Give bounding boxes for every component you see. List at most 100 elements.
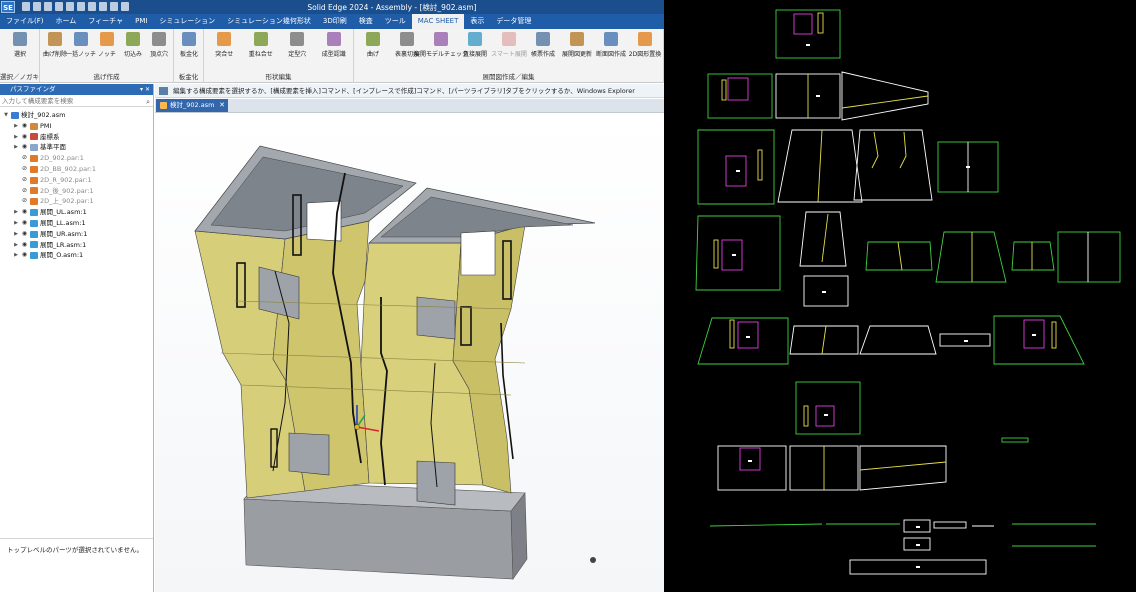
ribbon-button[interactable]: スマート展開 — [491, 32, 527, 58]
ribbon-button[interactable]: 選択 — [2, 32, 38, 58]
tree-item[interactable]: ▼ 検討_902.asm — [0, 110, 153, 121]
visibility-icon[interactable]: ⊘ — [20, 175, 29, 186]
visibility-icon[interactable]: ◉ — [20, 132, 29, 143]
bend-line — [821, 213, 829, 263]
expand-toggle-icon[interactable]: ▶ — [12, 250, 20, 261]
document-tab[interactable]: 検討_902.asm ✕ — [156, 99, 228, 112]
ribbon-button[interactable]: 成型認識 — [316, 32, 353, 58]
tree-item[interactable]: ⊘ 2D_後_902.par:1 — [0, 186, 153, 197]
tree-item[interactable]: ⊘ 2D_BB_902.par:1 — [0, 164, 153, 175]
visibility-icon[interactable]: ⊘ — [20, 186, 29, 197]
ribbon-button[interactable]: 帳票作成 — [526, 32, 560, 58]
visibility-icon[interactable]: ⊘ — [20, 196, 29, 207]
flat-panel — [1057, 231, 1121, 283]
menu-tab[interactable]: 3D印刷 — [317, 14, 353, 29]
dimension-mark — [736, 170, 740, 172]
ribbon-button[interactable]: 一括ノッチ — [66, 32, 96, 58]
ribbon-button[interactable]: 2D図形置換 — [628, 32, 662, 58]
expand-toggle-icon[interactable]: ▶ — [12, 132, 20, 143]
assembly-tree: ▼ 検討_902.asm ▶ ◉ PMI ▶ ◉ 座標系 ▶ ◉ 基準平面 ⊘ 2D_902.par:1… — [0, 107, 153, 261]
dimension-mark — [732, 254, 736, 256]
flat-panel — [853, 129, 933, 201]
window-low-left — [288, 432, 330, 476]
ribbon-button[interactable]: 展開図更新 — [560, 32, 594, 58]
tree-item[interactable]: ▶ ◉ 展開_LL.asm:1 — [0, 218, 153, 229]
orientation-indicator-icon[interactable] — [590, 557, 596, 563]
expand-toggle-icon[interactable]: ▶ — [12, 218, 20, 229]
tree-item-label: 2D_R_902.par:1 — [40, 175, 92, 184]
expand-toggle-icon[interactable]: ▶ — [12, 142, 20, 153]
visibility-icon[interactable]: ◉ — [20, 218, 29, 229]
menu-tab[interactable]: ツール — [379, 14, 412, 29]
menu-tab[interactable]: 表示 — [464, 14, 490, 29]
tree-item[interactable]: ▶ ◉ 展開_UL.asm:1 — [0, 207, 153, 218]
ribbon-button[interactable]: 切込み — [120, 32, 146, 58]
ribbon-button-icon — [182, 32, 196, 46]
ribbon-button[interactable]: 定型穴 — [279, 32, 316, 58]
slot — [729, 319, 735, 349]
visibility-icon[interactable]: ◉ — [20, 207, 29, 218]
menu-tab[interactable]: フィーチャ — [82, 14, 129, 29]
ribbon-button-icon — [468, 32, 482, 46]
ribbon-button-label: スマート展開 — [491, 51, 527, 58]
tree-item[interactable]: ▶ ◉ 座標系 — [0, 132, 153, 143]
ribbon-button[interactable]: ノッチ — [94, 32, 120, 58]
menu-tab[interactable]: PMI — [129, 14, 153, 29]
ribbon-button[interactable]: 曲げ削除 — [42, 32, 68, 58]
tree-item-label: 座標系 — [40, 132, 60, 141]
menu-tab[interactable]: データ管理 — [490, 14, 537, 29]
asm-icon — [30, 209, 38, 217]
ribbon-button[interactable]: 曲げ — [356, 32, 390, 58]
expand-toggle-icon[interactable]: ▶ — [12, 240, 20, 251]
expand-toggle-icon[interactable]: ▼ — [2, 110, 10, 121]
ribbon-button[interactable]: 断面図作成 — [594, 32, 628, 58]
menu-tab[interactable]: シミュレーション幾何形状 — [221, 14, 317, 29]
ribbon-group-label: 選択／ノガキ — [0, 73, 39, 81]
menu-tab[interactable]: ファイル(F) — [0, 14, 50, 29]
visibility-icon[interactable]: ◉ — [20, 142, 29, 153]
menu-tab[interactable]: MAC SHEET — [411, 14, 465, 29]
close-tab-icon[interactable]: ✕ — [219, 99, 225, 112]
visibility-icon[interactable]: ◉ — [20, 250, 29, 261]
flat-pattern-drawing — [695, 9, 1121, 575]
expand-toggle-icon[interactable]: ▶ — [12, 229, 20, 240]
ribbon-button-label: 切込み — [123, 51, 142, 58]
expand-toggle-icon[interactable]: ▶ — [12, 121, 20, 132]
menu-tab[interactable]: ホーム — [50, 14, 83, 29]
ribbon-button-icon — [536, 32, 550, 46]
tree-item[interactable]: ▶ ◉ 基準平面 — [0, 142, 153, 153]
menu-tab[interactable]: 検査 — [353, 14, 379, 29]
tree-item[interactable]: ⊘ 2D_上_902.par:1 — [0, 196, 153, 207]
flat-panel — [799, 211, 847, 267]
ribbon-button[interactable]: 板金化 — [176, 32, 202, 58]
tree-item[interactable]: ⊘ 2D_R_902.par:1 — [0, 175, 153, 186]
ribbon-button[interactable]: 重ね合せ — [243, 32, 280, 58]
visibility-icon[interactable]: ◉ — [20, 240, 29, 251]
dimension-mark — [824, 414, 828, 416]
flat-pattern-drawing-sheet[interactable] — [682, 0, 1136, 592]
tree-item[interactable]: ▶ ◉ 展開_O.asm:1 — [0, 250, 153, 261]
tree-item[interactable]: ▶ ◉ 展開_LR.asm:1 — [0, 240, 153, 251]
ribbon-button-icon — [217, 32, 232, 46]
visibility-icon[interactable]: ⊘ — [20, 153, 29, 164]
pin-icon[interactable]: ▾ ✕ — [140, 84, 150, 95]
ribbon-button-label: 突合せ — [215, 51, 234, 58]
ribbon-button[interactable]: 展開モデルチェック — [414, 32, 468, 58]
search-input[interactable]: 入力して構成要素を検索 ⌕ — [0, 95, 153, 107]
triad-origin[interactable] — [354, 424, 360, 430]
assembly-model[interactable] — [155, 113, 664, 592]
ribbon-button[interactable]: 頂点穴 — [146, 32, 172, 58]
tree-item[interactable]: ▶ ◉ PMI — [0, 121, 153, 132]
tree-item[interactable]: ⊘ 2D_902.par:1 — [0, 153, 153, 164]
flat-strip — [1001, 437, 1029, 443]
tree-item[interactable]: ▶ ◉ 展開_UR.asm:1 — [0, 229, 153, 240]
expand-toggle-icon[interactable]: ▶ — [12, 207, 20, 218]
ribbon-button[interactable]: 突合せ — [206, 32, 243, 58]
slot — [817, 12, 824, 34]
ribbon-button[interactable]: 直接展開 — [458, 32, 492, 58]
visibility-icon[interactable]: ⊘ — [20, 164, 29, 175]
visibility-icon[interactable]: ◉ — [20, 229, 29, 240]
menu-tab[interactable]: シミュレーション — [153, 14, 221, 29]
visibility-icon[interactable]: ◉ — [20, 121, 29, 132]
3d-viewport[interactable] — [155, 113, 664, 592]
